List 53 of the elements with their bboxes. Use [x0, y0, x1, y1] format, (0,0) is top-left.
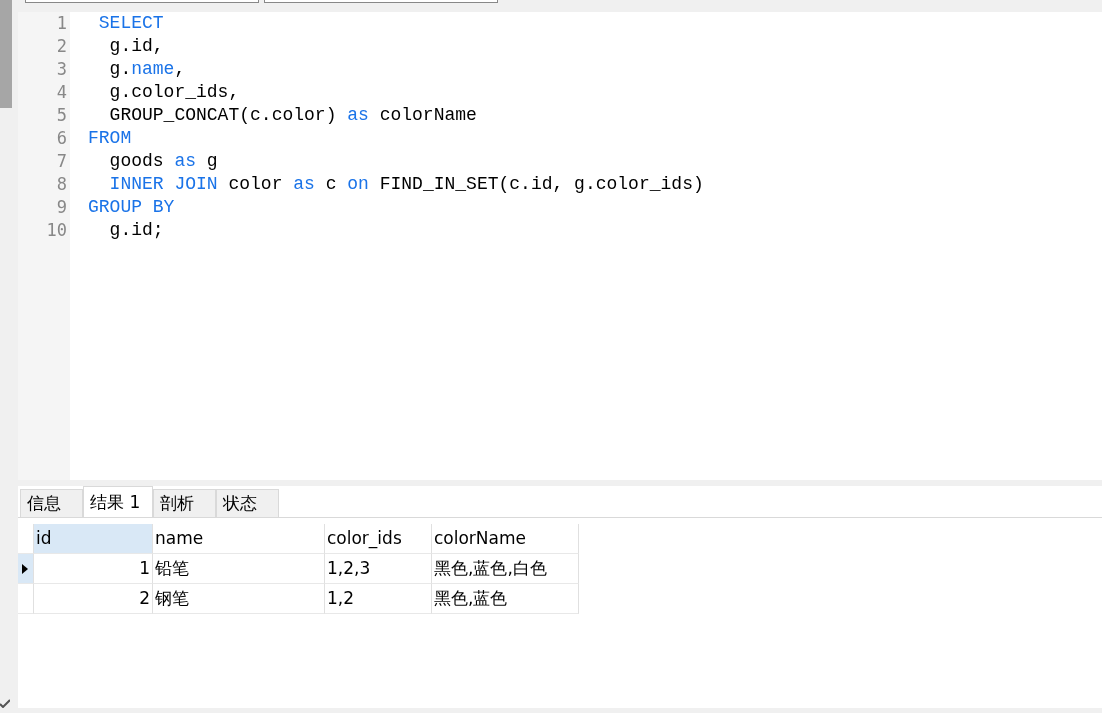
sql-keyword: INNER JOIN — [108, 174, 218, 194]
code-text: , — [174, 59, 186, 79]
table-cell: 2 — [34, 584, 153, 614]
sql-keyword: name — [131, 59, 175, 79]
code-text: colorName — [378, 105, 477, 125]
sql-keyword: as — [347, 105, 369, 125]
result-tab[interactable]: 结果 1 — [83, 486, 153, 517]
column-header[interactable]: name — [153, 524, 325, 554]
code-text: FIND_IN_SET(c.id, g.color_ids) — [378, 174, 704, 194]
result-tab[interactable]: 信息 — [20, 489, 83, 517]
code-text: g.id; — [108, 220, 164, 240]
sql-keyword: SELECT — [97, 13, 164, 33]
line-number: 1 — [55, 12, 68, 35]
code-text: color — [227, 174, 284, 194]
line-number: 7 — [55, 150, 68, 173]
table-cell: 黑色,蓝色,白色 — [432, 554, 579, 584]
table-cell: 钢笔 — [153, 584, 325, 614]
table-cell: 1 — [34, 554, 153, 584]
column-header[interactable]: id — [34, 524, 153, 554]
code-text: g.id, — [108, 36, 164, 56]
result-tab[interactable]: 剖析 — [153, 489, 216, 517]
code-text: c — [324, 174, 338, 194]
code-text: g — [205, 151, 218, 171]
column-header[interactable]: color_ids — [325, 524, 432, 554]
table-cell: 1,2,3 — [325, 554, 432, 584]
line-number: 9 — [55, 196, 68, 219]
line-number: 6 — [55, 127, 68, 150]
code-text: GROUP_CONCAT(c.color) — [108, 105, 338, 125]
table-cell: 黑色,蓝色 — [432, 584, 579, 614]
line-number: 3 — [55, 58, 68, 81]
sql-keyword: as — [174, 151, 197, 171]
line-number: 4 — [55, 81, 68, 104]
sql-keyword: as — [293, 174, 315, 194]
code-text: goods — [108, 151, 165, 171]
checkmark-icon — [0, 698, 10, 708]
input-field[interactable] — [25, 0, 259, 3]
line-number: 10 — [45, 219, 68, 242]
row-pointer-icon — [22, 563, 28, 574]
line-number: 5 — [55, 104, 68, 127]
code-text: g.color_ids, — [108, 82, 240, 102]
scrollbar-thumb[interactable] — [0, 0, 12, 108]
table-cell: 铅笔 — [153, 554, 325, 584]
line-number: 2 — [55, 35, 68, 58]
column-header[interactable]: colorName — [432, 524, 579, 554]
result-tab[interactable]: 状态 — [216, 489, 279, 517]
row-header[interactable] — [18, 554, 34, 584]
sql-keyword: GROUP BY — [88, 197, 175, 217]
sql-keyword: FROM — [88, 128, 132, 148]
line-number: 8 — [55, 173, 68, 196]
input-field[interactable] — [264, 0, 498, 3]
code-text: g. — [108, 59, 132, 79]
sql-keyword: on — [347, 174, 369, 194]
table-cell: 1,2 — [325, 584, 432, 614]
